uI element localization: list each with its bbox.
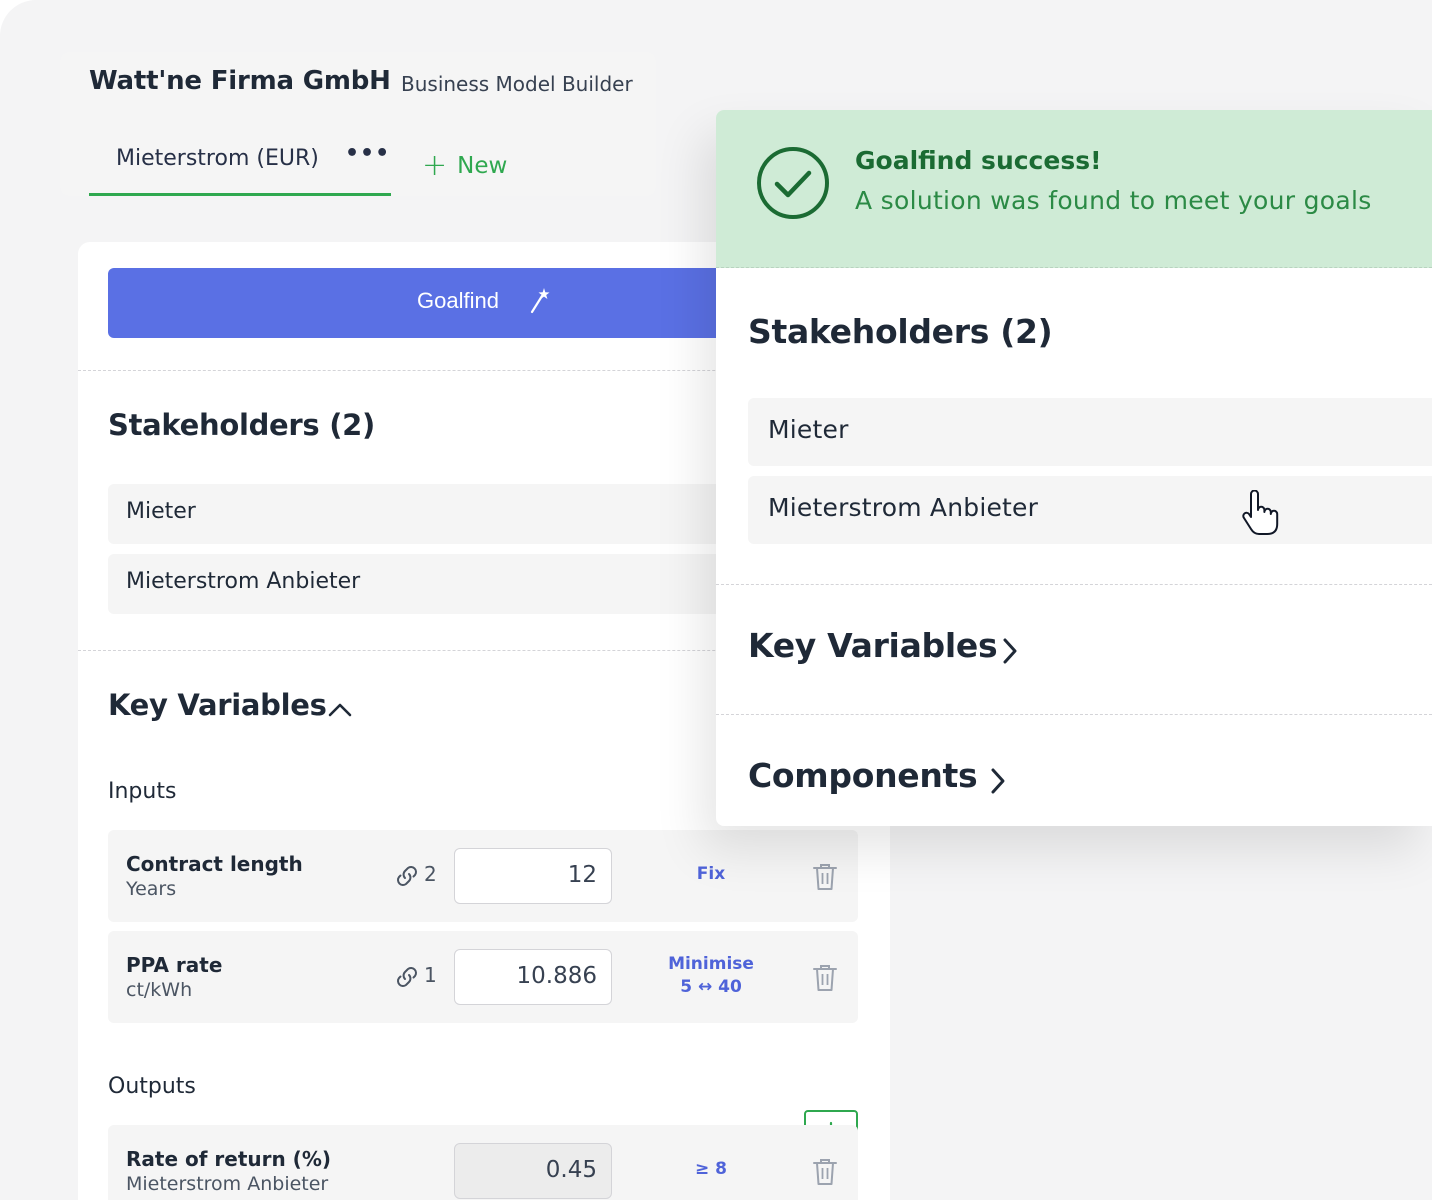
goal-setting[interactable]: Fix (656, 863, 766, 886)
plus-icon: + (422, 148, 448, 183)
divider (716, 714, 1432, 715)
new-tab-label: New (457, 153, 508, 179)
tab-label: Mieterstrom (EUR) (116, 146, 319, 171)
variable-name: PPA rate (126, 953, 223, 977)
magic-wand-icon (530, 288, 550, 314)
components-title[interactable]: Components (748, 756, 978, 795)
divider (716, 584, 1432, 585)
stakeholder-row[interactable]: Mieter (748, 398, 1432, 466)
stakeholder-name: Mieterstrom Anbieter (768, 493, 1039, 522)
stakeholder-name: Mieter (126, 499, 196, 524)
goal-setting[interactable]: ≥ 8 (656, 1158, 766, 1181)
key-variables-title[interactable]: Key Variables (748, 626, 998, 665)
link-icon[interactable] (394, 965, 420, 989)
key-variables-title[interactable]: Key Variables (108, 688, 327, 722)
more-dots-icon[interactable]: ••• (345, 141, 390, 166)
variable-name: Rate of return (%) (126, 1147, 331, 1171)
goalfind-label: Goalfind (417, 288, 499, 313)
stakeholder-name: Mieterstrom Anbieter (126, 569, 361, 594)
header: Watt'ne Firma GmbH Business Model Builde… (60, 52, 656, 196)
input-row-contract-length: Contract length Years 2 12 Fix (108, 830, 858, 922)
link-icon[interactable] (394, 864, 420, 888)
value-text: 10.886 (516, 963, 597, 989)
company-name: Watt'ne Firma GmbH (89, 66, 391, 96)
new-tab-button[interactable]: + New (422, 146, 508, 183)
check-circle-icon (757, 147, 829, 219)
outputs-label: Outputs (108, 1074, 196, 1099)
variable-name: Contract length (126, 852, 303, 876)
tab-mieterstrom[interactable]: Mieterstrom (EUR) ••• (89, 141, 391, 196)
stakeholder-name: Mieter (768, 415, 849, 444)
trash-icon[interactable] (812, 1157, 838, 1187)
trash-icon[interactable] (812, 862, 838, 892)
stakeholders-title: Stakeholders (2) (108, 408, 375, 442)
stakeholders-title: Stakeholders (2) (748, 312, 1053, 351)
chevron-up-icon[interactable] (328, 701, 352, 717)
value-text: 12 (567, 862, 597, 888)
banner-title: Goalfind success! (855, 146, 1102, 175)
goal-range: 5 ↔ 40 (680, 977, 742, 997)
value-text: 0.45 (545, 1157, 597, 1183)
inputs-label: Inputs (108, 779, 177, 804)
goal-text: Fix (696, 864, 726, 884)
app-name: Business Model Builder (401, 72, 633, 96)
banner-message: A solution was found to meet your goals (855, 186, 1372, 215)
success-banner: Goalfind success! A solution was found t… (716, 110, 1432, 268)
output-row-rate-of-return: Rate of return (%) Mieterstrom Anbieter … (108, 1125, 858, 1200)
hand-pointer-icon (1242, 490, 1279, 535)
value-readonly: 0.45 (454, 1143, 612, 1199)
trash-icon[interactable] (812, 963, 838, 993)
goal-setting[interactable]: Minimise 5 ↔ 40 (656, 953, 766, 999)
stakeholder-row[interactable]: Mieterstrom Anbieter (748, 476, 1432, 544)
goal-text: ≥ 8 (695, 1159, 727, 1179)
value-input[interactable]: 10.886 (454, 949, 612, 1005)
chevron-right-icon[interactable] (988, 766, 1008, 796)
app-frame: Watt'ne Firma GmbH Business Model Builde… (0, 0, 1432, 1200)
variable-unit: ct/kWh (126, 979, 193, 1001)
variable-unit: Mieterstrom Anbieter (126, 1173, 329, 1195)
input-row-ppa-rate: PPA rate ct/kWh 1 10.886 Minimise 5 ↔ 40 (108, 931, 858, 1023)
variable-unit: Years (126, 878, 177, 900)
link-count: 1 (424, 963, 437, 987)
value-input[interactable]: 12 (454, 848, 612, 904)
goalfind-result-panel: Goalfind success! A solution was found t… (716, 110, 1432, 826)
link-count: 2 (424, 862, 437, 886)
chevron-right-icon[interactable] (1000, 636, 1020, 666)
goal-text: Minimise (668, 954, 754, 974)
